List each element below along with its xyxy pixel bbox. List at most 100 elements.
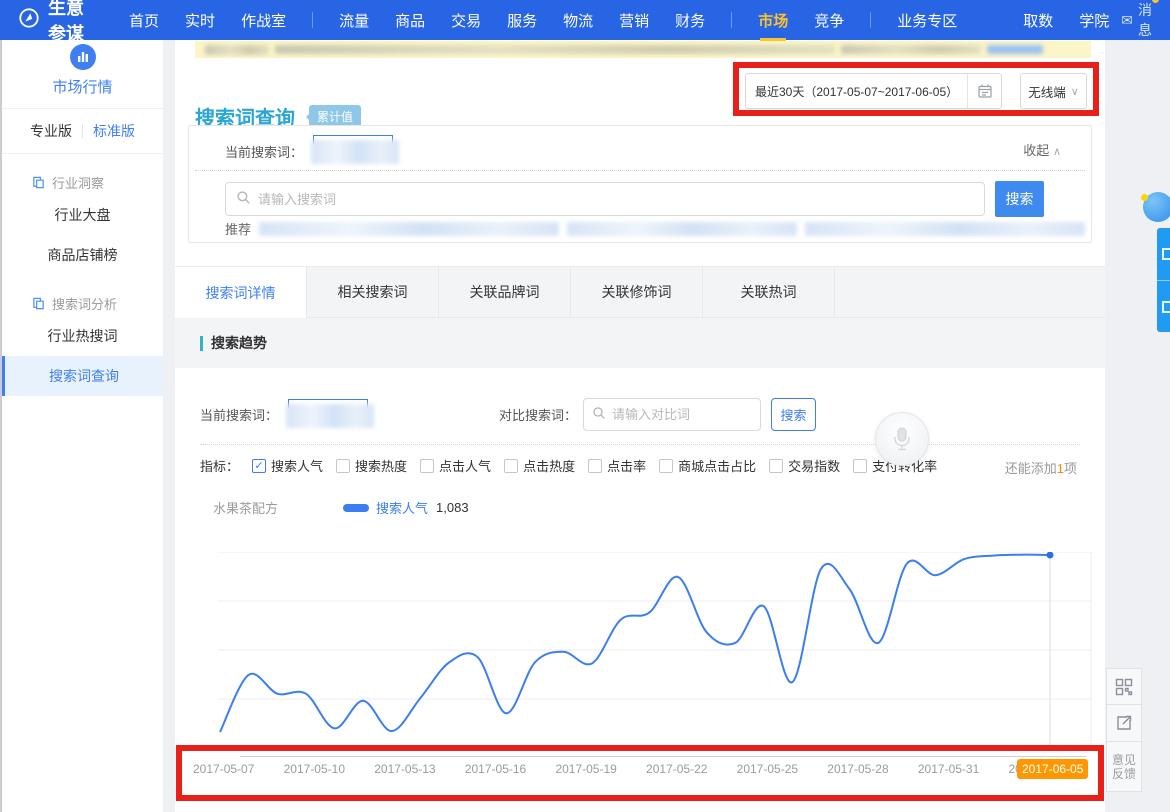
legend-metric-name[interactable]: 搜索人气 (376, 498, 428, 517)
x-tick-2: 2017-05-13 (374, 762, 435, 776)
trend-section-header: 搜索趋势 (175, 318, 1105, 368)
nav-item-1[interactable]: 实时 (185, 10, 215, 31)
tab-4[interactable]: 关联热词 (703, 267, 835, 318)
metric-checkbox-3[interactable]: 点击热度 (504, 456, 575, 475)
qr-code-button[interactable] (1106, 668, 1142, 705)
date-range-value: 最近30天（2017-05-07~2017-06-05） (746, 74, 967, 108)
current-term-chip[interactable] (311, 138, 399, 164)
sidebar-header: 市场行情 (2, 40, 163, 108)
recommend-label: 推荐 (225, 219, 251, 238)
market-chart-icon (70, 44, 96, 70)
tab-1[interactable]: 相关搜索词 (307, 267, 439, 318)
nav-item-2[interactable]: 作战室 (241, 10, 286, 31)
trend-chart-area[interactable] (218, 552, 1092, 748)
nav-item-4[interactable]: 商品 (395, 10, 425, 31)
checkbox-icon[interactable] (769, 459, 783, 473)
censored-text (205, 45, 269, 55)
divider (312, 12, 313, 28)
sidebar-item-2[interactable]: 商品店铺榜 (2, 235, 163, 275)
sidebar-item-1[interactable]: 行业大盘 (2, 195, 163, 235)
add-metric-hint: 还能添加1项 (1005, 458, 1077, 477)
nav-item-12[interactable]: 业务专区 (897, 10, 957, 31)
divider (82, 124, 83, 138)
message-label: 消息 (1138, 0, 1152, 40)
checkbox-checked-icon[interactable]: ✓ (252, 459, 266, 473)
nav-item-6[interactable]: 服务 (507, 10, 537, 31)
search-icon (236, 190, 251, 208)
collapse-toggle[interactable]: 收起 ∧ (1023, 140, 1061, 159)
censored-term (286, 404, 374, 428)
compare-input[interactable] (612, 407, 732, 422)
sidebar-item-4[interactable]: 行业热搜词 (2, 316, 163, 356)
checkbox-icon[interactable] (504, 459, 518, 473)
nav-item-9[interactable]: 财务 (675, 10, 705, 31)
x-tick-7: 2017-05-28 (827, 762, 888, 776)
panel-item-2[interactable] (1157, 280, 1170, 332)
nav-item-7[interactable]: 物流 (563, 10, 593, 31)
search-button[interactable]: 搜索 (995, 181, 1044, 217)
nav-item-14[interactable]: 学院 (1079, 10, 1109, 31)
trend-chart[interactable] (218, 552, 1092, 748)
compare-search-button[interactable]: 搜索 (771, 398, 816, 431)
nav-item-3[interactable]: 流量 (339, 10, 369, 31)
metric-checkbox-2[interactable]: 点击人气 (420, 456, 491, 475)
assistant-mascot-icon[interactable] (1143, 192, 1170, 222)
metric-label: 点击率 (607, 456, 646, 475)
nav-item-13[interactable]: 取数 (1023, 10, 1053, 31)
metric-label: 交易指数 (788, 456, 840, 475)
nav-item-0[interactable]: 首页 (129, 10, 159, 31)
axis-highlight-label: 2017-06-05 (1017, 759, 1088, 779)
metric-checkbox-5[interactable]: 商城点击占比 (659, 456, 756, 475)
checkbox-icon[interactable] (853, 459, 867, 473)
version-tab-pro[interactable]: 专业版 (30, 121, 72, 141)
panel-item-1[interactable] (1157, 228, 1170, 280)
tab-2[interactable]: 关联品牌词 (439, 267, 571, 318)
trend-current-term-chip[interactable] (286, 402, 374, 428)
side-toolbar: 意见 反馈 (1106, 668, 1142, 792)
metric-checkbox-6[interactable]: 交易指数 (769, 456, 840, 475)
nav-items: 首页 实时 作战室 流量 商品 交易 服务 物流 营销 财务 市场 竞争 业务专区 取数 学院 (129, 10, 1109, 31)
checkbox-icon[interactable] (588, 459, 602, 473)
feedback-label: 反馈 (1112, 767, 1136, 781)
calendar-icon[interactable] (967, 74, 1001, 108)
datazoom-slider[interactable] (240, 756, 1086, 757)
sidebar-group-0[interactable]: 行业洞察 (2, 169, 163, 195)
search-icon (592, 406, 606, 423)
nav-item-5[interactable]: 交易 (451, 10, 481, 31)
feedback-button[interactable]: 意见 反馈 (1106, 742, 1142, 792)
compare-label: 对比搜索词： (499, 405, 577, 424)
trend-current-label: 当前搜索词： (200, 405, 278, 424)
checkbox-icon[interactable] (420, 459, 434, 473)
tab-0[interactable]: 搜索词详情 (175, 267, 307, 318)
nav-item-10[interactable]: 市场 (758, 10, 788, 31)
brand[interactable]: 生意参谋 (18, 0, 87, 46)
date-range-picker[interactable]: 最近30天（2017-05-07~2017-06-05） (745, 73, 1002, 109)
notice-banner (195, 41, 1091, 58)
sidebar-item-5[interactable]: 搜索词查询 (2, 356, 163, 396)
nav-item-11[interactable]: 竞争 (814, 10, 844, 31)
version-tab-standard[interactable]: 标准版 (93, 121, 135, 141)
tab-3[interactable]: 关联修饰词 (571, 267, 703, 318)
nav-message[interactable]: ✉ 消息 (1121, 0, 1152, 40)
floating-side-panel[interactable] (1157, 228, 1170, 332)
legend-line-icon[interactable] (343, 504, 369, 512)
metric-checkbox-4[interactable]: 点击率 (588, 456, 646, 475)
sidebar-group-3[interactable]: 搜索词分析 (2, 290, 163, 316)
x-tick-4: 2017-05-19 (555, 762, 616, 776)
sidebar-menu: 行业洞察行业大盘商品店铺榜搜索词分析行业热搜词搜索词查询 (2, 169, 163, 396)
terminal-select[interactable]: 无线端 ∨ (1020, 73, 1087, 109)
share-button[interactable] (1106, 705, 1142, 742)
metric-checkbox-1[interactable]: 搜索热度 (336, 456, 407, 475)
notification-dot (1141, 194, 1148, 201)
x-axis-labels: 2017-05-072017-05-102017-05-132017-05-16… (193, 762, 1070, 776)
censored-text (275, 45, 835, 54)
version-tabs: 专业版 标准版 (2, 109, 163, 153)
checkbox-icon[interactable] (336, 459, 350, 473)
checkbox-icon[interactable] (659, 459, 673, 473)
metric-checkbox-0[interactable]: ✓搜索人气 (252, 456, 323, 475)
censored-link[interactable] (987, 45, 1043, 54)
compass-logo-icon (18, 7, 40, 34)
microphone-button[interactable] (875, 412, 929, 466)
keyword-input[interactable] (258, 192, 974, 207)
nav-item-8[interactable]: 营销 (619, 10, 649, 31)
